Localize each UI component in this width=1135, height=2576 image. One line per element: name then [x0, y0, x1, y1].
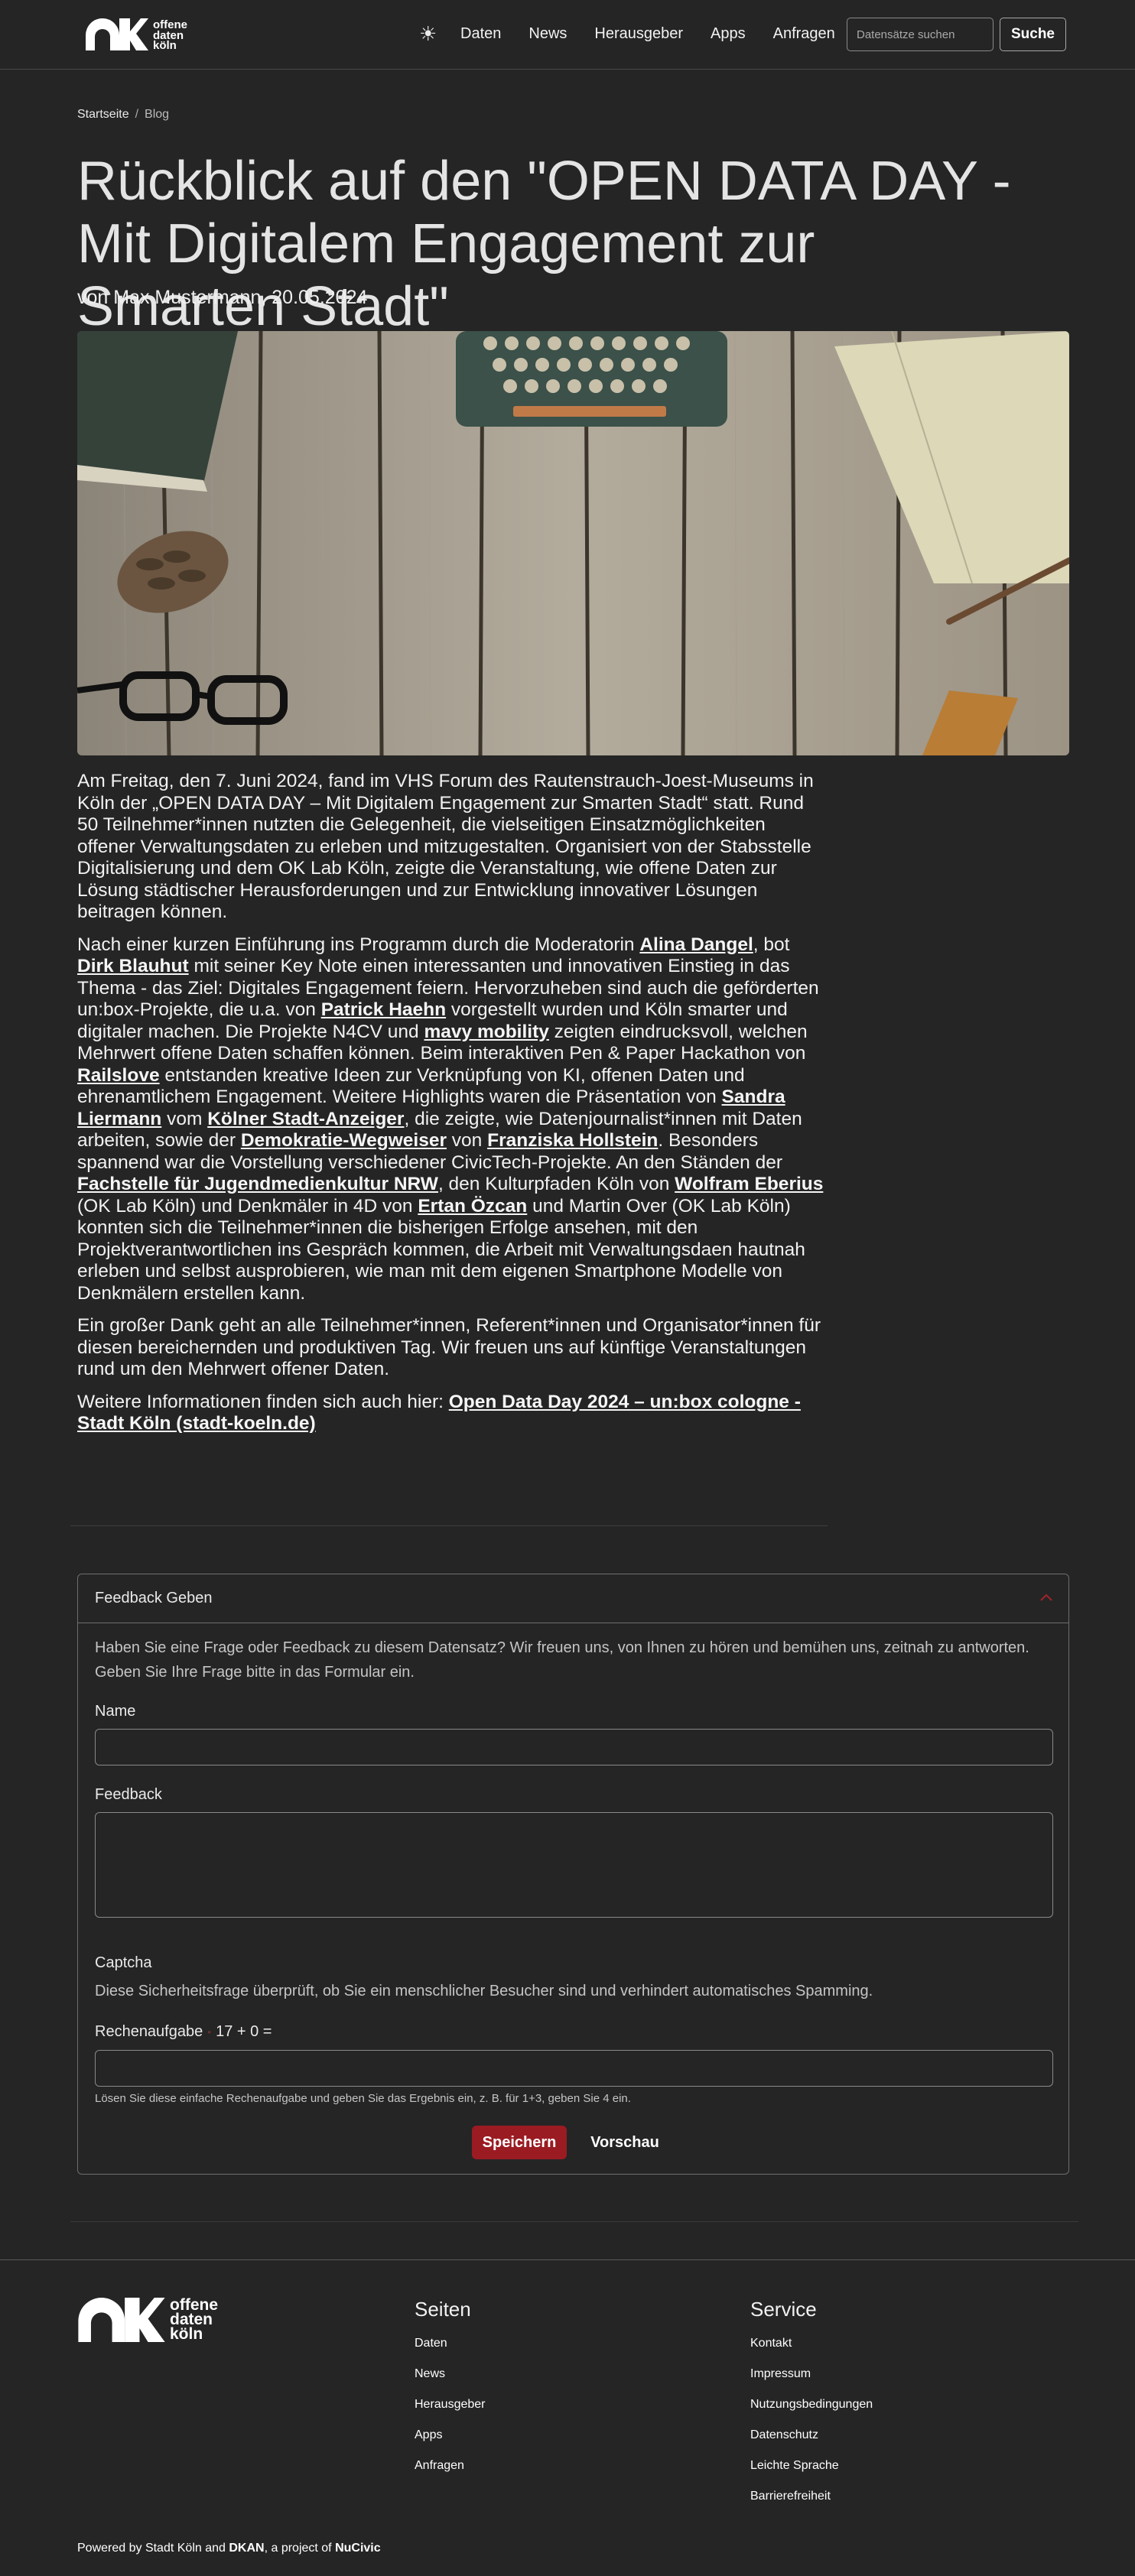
feedback-intro: Haben Sie eine Frage oder Feedback zu di…	[95, 1639, 1029, 1681]
footer-service-column: Service Kontakt Impressum Nutzungsbeding…	[750, 2298, 873, 2520]
divider	[70, 2221, 1078, 2222]
site-logo[interactable]: offene daten köln	[86, 18, 200, 52]
divider	[70, 1525, 828, 1526]
footer-link-impressum[interactable]: Impressum	[750, 2367, 873, 2381]
theme-toggle-sun-icon[interactable]: ☀	[419, 22, 437, 45]
footer-service-title: Service	[750, 2298, 817, 2321]
logo-mark-icon	[78, 2298, 165, 2342]
footer-link-daten[interactable]: Daten	[415, 2337, 486, 2350]
link-franziska-hollstein[interactable]: Franziska Hollstein	[487, 1130, 658, 1151]
footer-link-datenschutz[interactable]: Datenschutz	[750, 2428, 873, 2442]
footer-link-news[interactable]: News	[415, 2367, 486, 2381]
nav-item-herausgeber[interactable]: Herausgeber	[594, 24, 683, 43]
chevron-up-icon[interactable]	[1039, 1593, 1053, 1602]
feedback-card: Feedback Geben Haben Sie eine Frage oder…	[77, 1574, 1069, 2175]
search-button[interactable]: Suche	[1000, 18, 1066, 51]
feedback-card-header[interactable]: Feedback Geben	[78, 1574, 1068, 1623]
nav-item-apps[interactable]: Apps	[711, 24, 746, 43]
captcha-description: Diese Sicherheitsfrage überprüft, ob Sie…	[95, 1983, 873, 1999]
article-byline: von Max Mustermann, 20.05.2024	[77, 287, 368, 308]
breadcrumb-separator: /	[135, 108, 139, 121]
logo-text: offene daten köln	[153, 18, 187, 52]
footer-link-anfragen[interactable]: Anfragen	[415, 2459, 486, 2473]
footer-link-leichte-sprache[interactable]: Leichte Sprache	[750, 2459, 873, 2473]
article-paragraph: Nach einer kurzen Einführung ins Program…	[77, 934, 824, 1304]
required-marker-icon: ●	[207, 2029, 212, 2036]
powered-by: Powered by Stadt Köln and DKAN, a projec…	[77, 2542, 381, 2555]
footer-link-nutzungsbedingungen[interactable]: Nutzungsbedingungen	[750, 2398, 873, 2412]
article-paragraph: Weitere Informationen finden sich auch h…	[77, 1391, 801, 1434]
article-paragraph: Ein großer Dank geht an alle Teilnehmer*…	[77, 1315, 821, 1379]
logo-mark-icon	[86, 18, 148, 50]
nav-item-anfragen[interactable]: Anfragen	[773, 24, 835, 43]
save-button[interactable]: Speichern	[472, 2126, 567, 2159]
feedback-label: Feedback	[95, 1786, 162, 1803]
footer-link-barrierefreiheit[interactable]: Barrierefreiheit	[750, 2490, 873, 2503]
link-dirk-blauhut[interactable]: Dirk Blauhut	[77, 956, 189, 976]
footer-logo[interactable]: offene daten köln	[77, 2296, 230, 2344]
math-task: 17 + 0 =	[216, 2023, 272, 2040]
math-question: Rechenaufgabe ● 17 + 0 =	[95, 2023, 272, 2041]
math-hint: Lösen Sie diese einfache Rechenaufgabe u…	[95, 2092, 631, 2105]
search-input[interactable]	[847, 18, 994, 51]
feedback-textarea[interactable]	[95, 1812, 1053, 1918]
article-body: Am Freitag, den 7. Juni 2024, fand im VH…	[77, 771, 827, 1446]
footer-seiten-column: Seiten Daten News Herausgeber Apps Anfra…	[415, 2298, 486, 2490]
math-answer-field[interactable]	[95, 2050, 1053, 2087]
feedback-card-title: Feedback Geben	[95, 1590, 213, 1606]
name-field[interactable]	[95, 1729, 1053, 1766]
footer-link-herausgeber[interactable]: Herausgeber	[415, 2398, 486, 2412]
name-label: Name	[95, 1703, 136, 1720]
captcha-title: Captcha	[95, 1954, 152, 1971]
nav-item-news[interactable]: News	[528, 24, 567, 43]
article-paragraph: Am Freitag, den 7. Juni 2024, fand im VH…	[77, 771, 814, 922]
footer-link-apps[interactable]: Apps	[415, 2428, 486, 2442]
site-header: offene daten köln ☀ Daten News Herausgeb…	[0, 0, 1135, 70]
link-demokratie-wegweiser[interactable]: Demokratie-Wegweiser	[241, 1130, 447, 1151]
link-wolfram-eberius[interactable]: Wolfram Eberius	[675, 1174, 823, 1194]
main-nav: Daten News Herausgeber Apps Anfragen	[460, 24, 863, 43]
link-railslove[interactable]: Railslove	[77, 1065, 160, 1086]
footer-link-kontakt[interactable]: Kontakt	[750, 2337, 873, 2350]
link-koelner-stadt-anzeiger[interactable]: Kölner Stadt-Anzeiger	[207, 1109, 404, 1129]
page-title: Rückblick auf den "OPEN DATA DAY - Mit D…	[77, 151, 1011, 337]
hero-image	[77, 331, 1069, 755]
breadcrumb-home-link[interactable]: Startseite	[77, 108, 129, 121]
link-dkan[interactable]: DKAN	[229, 2542, 264, 2555]
nav-item-daten[interactable]: Daten	[460, 24, 501, 43]
breadcrumb-current: Blog	[145, 108, 170, 121]
link-mavy-mobility[interactable]: mavy mobility	[424, 1022, 548, 1042]
footer-divider	[0, 2259, 1135, 2260]
footer-seiten-title: Seiten	[415, 2298, 471, 2321]
link-nucivic[interactable]: NuCivic	[335, 2542, 381, 2555]
link-patrick-haehn[interactable]: Patrick Haehn	[321, 999, 446, 1020]
link-alina-dangel[interactable]: Alina Dangel	[639, 934, 753, 955]
preview-button[interactable]: Vorschau	[579, 2126, 671, 2159]
breadcrumb: Startseite / Blog	[77, 108, 169, 122]
math-label: Rechenaufgabe	[95, 2023, 203, 2040]
footer-logo-text: offene daten köln	[170, 2296, 218, 2343]
link-fachstelle-jugendmedienkultur[interactable]: Fachstelle für Jugendmedienkultur NRW	[77, 1174, 438, 1194]
link-ertan-oezcan[interactable]: Ertan Özcan	[418, 1196, 527, 1217]
